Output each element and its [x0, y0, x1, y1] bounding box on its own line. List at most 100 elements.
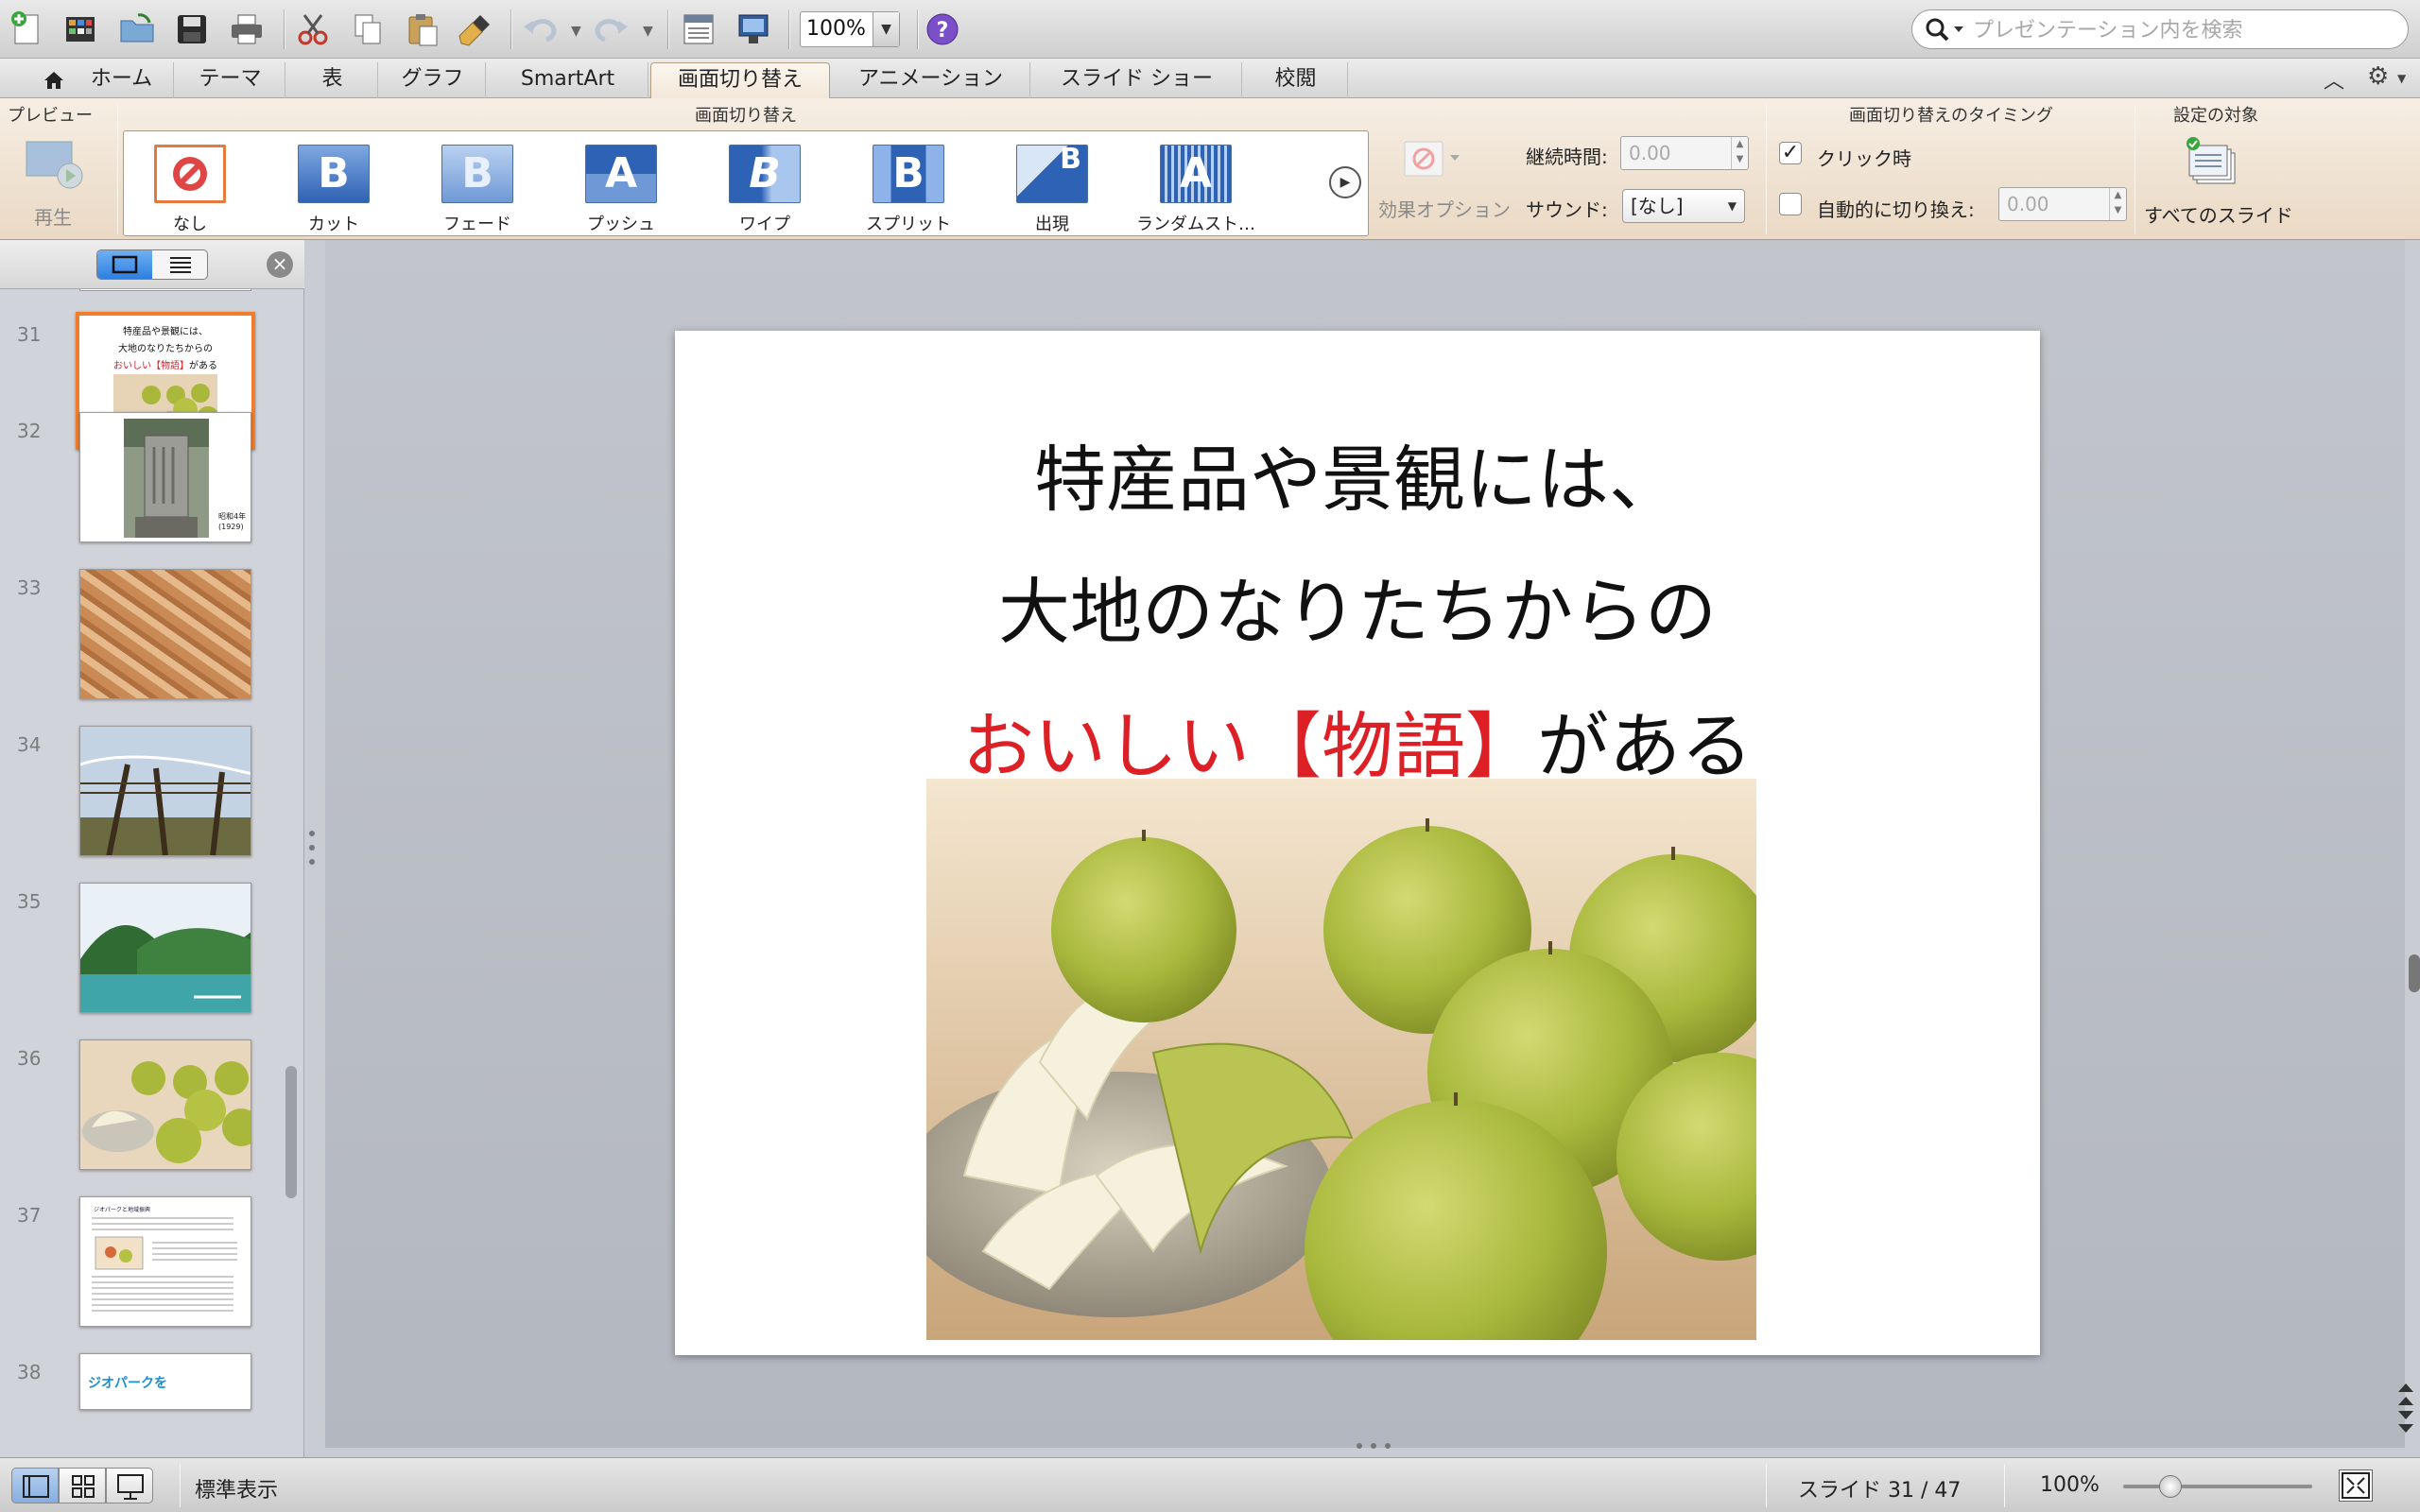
tab-review[interactable]: 校閲 — [1244, 62, 1348, 98]
slide-item[interactable]: 32 昭和4年 (1929) — [0, 412, 284, 569]
save-icon[interactable] — [172, 9, 212, 49]
stepper-icon[interactable]: ▲ ▼ — [2109, 188, 2126, 220]
slide-number: 33 — [17, 576, 42, 599]
transition-none[interactable]: なし — [124, 139, 256, 234]
undo-icon[interactable] — [520, 9, 560, 49]
thumb-caption: (1929) — [218, 523, 244, 531]
dried-leaves-thumb-image — [79, 569, 251, 699]
new-presentation-icon[interactable] — [8, 9, 47, 49]
transition-thumb: B — [873, 145, 944, 203]
transition-push[interactable]: A プッシュ — [555, 139, 687, 234]
print-icon[interactable] — [227, 9, 267, 49]
tab-charts[interactable]: グラフ — [380, 62, 486, 98]
transition-fade[interactable]: B フェード — [411, 139, 544, 234]
slide-sorter-button[interactable] — [59, 1468, 106, 1503]
pears-photo[interactable] — [926, 779, 1756, 1340]
thumb-heading: ジオパークと地域振興 — [94, 1207, 151, 1213]
slide-layout-icon[interactable] — [679, 9, 718, 49]
tab-label: 表 — [321, 67, 343, 91]
zoom-slider[interactable] — [2123, 1485, 2312, 1488]
zoom-slider-knob[interactable] — [2159, 1475, 2182, 1498]
stepper-icon[interactable]: ▲ ▼ — [1731, 137, 1748, 169]
slide-number: 38 — [17, 1361, 42, 1383]
zoom-percent: 100% — [2040, 1473, 2100, 1497]
help-icon[interactable]: ? — [923, 9, 962, 49]
slides-view-button[interactable] — [97, 250, 152, 279]
slide-item[interactable]: 38 ジオパークを — [0, 1353, 284, 1457]
search-input[interactable] — [1973, 16, 2389, 44]
group-title-transitions: 画面切り替え — [695, 106, 797, 126]
tab-transitions[interactable]: 画面切り替え — [650, 62, 830, 98]
normal-view-button[interactable] — [11, 1468, 59, 1503]
tab-label: ホーム — [90, 67, 153, 91]
slide-thumb: ジオパークと地域振興 — [79, 1196, 251, 1327]
tab-home[interactable]: ホーム — [70, 62, 174, 98]
main-scrollbar[interactable] — [2409, 954, 2420, 992]
tab-smartart[interactable]: SmartArt — [488, 62, 648, 98]
transition-label: なし — [173, 215, 207, 234]
chevron-down-icon[interactable]: ▼ — [873, 12, 899, 46]
slideshow-view-button[interactable] — [106, 1468, 153, 1503]
close-icon[interactable]: × — [267, 251, 293, 278]
slide-item[interactable]: 36 — [0, 1040, 284, 1196]
preview-play-icon[interactable] — [25, 140, 85, 191]
collapse-ribbon-icon[interactable]: ︿ — [2324, 64, 2344, 94]
slide-nav-arrows-icon[interactable] — [2394, 1380, 2418, 1436]
paste-icon[interactable] — [403, 9, 442, 49]
slide-thumb-partial[interactable] — [79, 289, 251, 291]
svg-text:?: ? — [937, 19, 949, 43]
redo-icon[interactable] — [592, 9, 631, 49]
slide-item[interactable]: 37 ジオパークと地域振興 — [0, 1196, 284, 1353]
tab-slideshow[interactable]: スライド ショー — [1032, 62, 1242, 98]
slide-item[interactable]: 34 — [0, 726, 284, 883]
outline-view-button[interactable] — [153, 250, 207, 279]
tab-tables[interactable]: 表 — [287, 62, 378, 98]
gear-dropdown-icon[interactable]: ▼ — [2397, 72, 2406, 85]
thumbnail-scrollbar[interactable] — [285, 1066, 297, 1198]
apply-all-slides-icon[interactable] — [2184, 136, 2244, 191]
slide-title-black-text: がある — [1537, 704, 1753, 788]
effect-options-icon[interactable] — [1401, 138, 1461, 180]
slide-title-line-2[interactable]: 大地のなりたちからの — [675, 554, 2040, 658]
tab-themes[interactable]: テーマ — [176, 62, 285, 98]
auto-advance-checkbox[interactable] — [1779, 193, 1802, 215]
on-click-checkbox[interactable]: ✓ — [1779, 142, 1802, 164]
thumb-caption: 昭和4年 — [218, 512, 247, 521]
transition-thumb: B — [1016, 145, 1088, 203]
current-slide[interactable]: 特産品や景観には、 大地のなりたちからの おいしい【物語】がある — [675, 331, 2040, 1355]
auto-advance-input[interactable]: 0.00 ▲ ▼ — [1998, 187, 2127, 221]
gallery-next-icon[interactable]: ▶ — [1329, 166, 1361, 198]
slide-item[interactable]: 33 — [0, 569, 284, 726]
transition-thumb: B — [298, 145, 370, 203]
zoom-select[interactable]: 100% ▼ — [800, 11, 900, 47]
undo-dropdown-icon[interactable]: ▼ — [571, 24, 581, 39]
pane-splitter-handle[interactable] — [308, 824, 316, 871]
search-icon[interactable] — [1924, 16, 1965, 44]
template-gallery-icon[interactable] — [60, 9, 100, 49]
transition-wipe[interactable]: B ワイプ — [699, 139, 831, 234]
format-painter-icon[interactable] — [456, 9, 495, 49]
transition-reveal[interactable]: B 出現 — [986, 139, 1118, 234]
transition-cut[interactable]: B カット — [268, 139, 400, 234]
copy-icon[interactable] — [348, 9, 388, 49]
tab-animations[interactable]: アニメーション — [832, 62, 1030, 98]
open-folder-icon[interactable] — [117, 9, 157, 49]
on-click-label: クリック時 — [1817, 147, 1911, 170]
fit-to-window-button[interactable] — [2339, 1469, 2373, 1502]
slide-title-line-3[interactable]: おいしい【物語】がある — [675, 688, 2040, 792]
duration-input[interactable]: 0.00 ▲ ▼ — [1620, 136, 1749, 170]
slide-title-line-1[interactable]: 特産品や景観には、 — [675, 421, 2040, 525]
search-box[interactable] — [1911, 9, 2409, 49]
auto-advance-label: 自動的に切り換え: — [1817, 198, 1975, 221]
redo-dropdown-icon[interactable]: ▼ — [643, 24, 653, 39]
slide-item[interactable]: 35 — [0, 883, 284, 1040]
cut-icon[interactable] — [293, 9, 333, 49]
slideshow-icon[interactable] — [734, 9, 773, 49]
gear-icon[interactable]: ⚙ — [2367, 62, 2389, 91]
transition-split[interactable]: B スプリット — [842, 139, 975, 234]
notes-splitter-handle[interactable] — [1350, 1442, 1397, 1450]
pane-view-toggle — [96, 249, 208, 280]
sound-label: サウンド: — [1526, 198, 1608, 221]
sound-select[interactable]: [なし] ▼ — [1622, 189, 1745, 223]
transition-random-bars[interactable]: A ランダムスト… — [1130, 139, 1262, 234]
